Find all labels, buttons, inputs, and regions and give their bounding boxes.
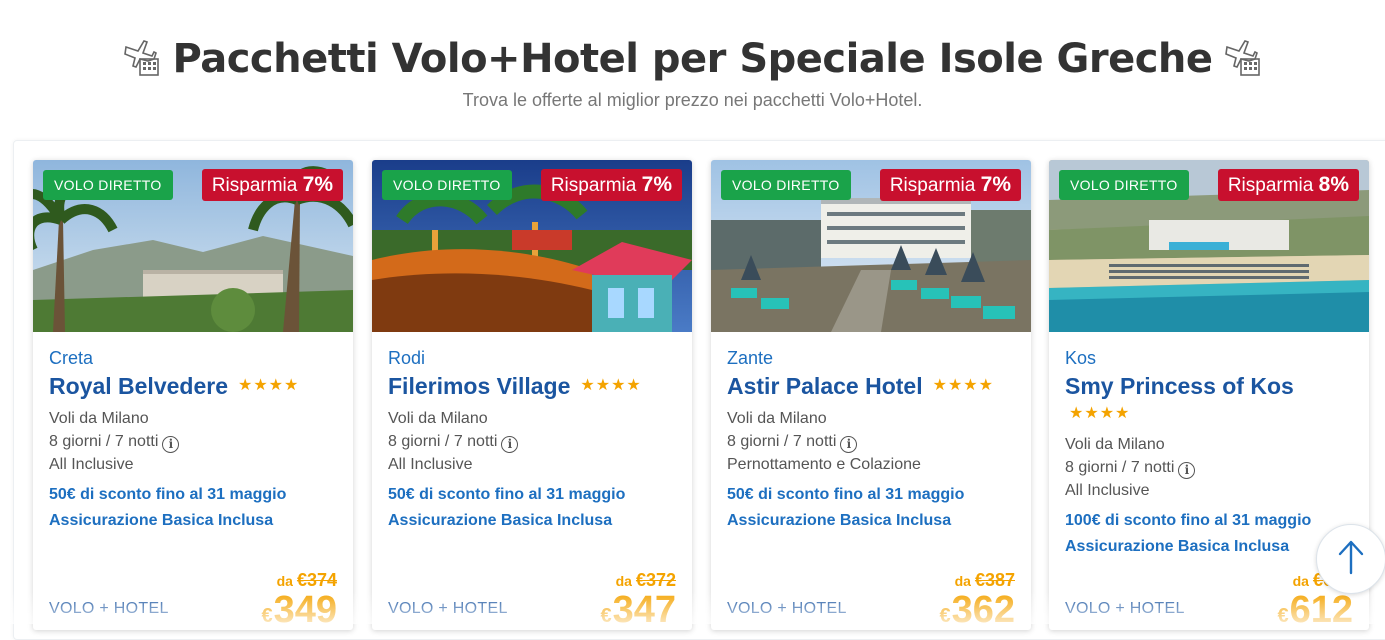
info-icon[interactable]: i <box>501 436 519 454</box>
departure: Voli da Milano <box>49 410 149 428</box>
card-body: Zante Astir Palace Hotel ★★★★ Voli da Mil… <box>727 348 1017 534</box>
price-from: da <box>1292 573 1309 589</box>
discount-percent: 7% <box>302 173 333 196</box>
destination[interactable]: Creta <box>49 348 339 369</box>
discount-badge: Risparmia 7% <box>540 169 682 201</box>
hotel-photo[interactable]: VOLO DIRETTO Risparmia 7% <box>33 160 353 332</box>
hotel-title-row: Astir Palace Hotel ★★★★ <box>727 371 1017 401</box>
duration: 8 giorni / 7 notti i <box>49 430 339 454</box>
direct-flight-badge: VOLO DIRETTO <box>382 170 512 200</box>
package-type: VOLO + HOTEL <box>727 600 847 617</box>
direct-flight-badge: VOLO DIRETTO <box>1059 170 1189 200</box>
hotel-name[interactable]: Royal Belvedere <box>49 373 228 399</box>
duration-text: 8 giorni / 7 notti <box>388 433 498 451</box>
title-row: Pacchetti Volo+Hotel per Speciale Isole … <box>0 36 1385 82</box>
plane-hotel-icon <box>1223 37 1263 82</box>
package-type: VOLO + HOTEL <box>388 600 508 617</box>
promo-discount: 100€ di sconto fino al 31 maggio <box>1065 512 1312 530</box>
hotel-photo[interactable]: VOLO DIRETTO Risparmia 7% <box>711 160 1031 332</box>
card-body: Rodi Filerimos Village ★★★★ Voli da Milan… <box>388 348 678 534</box>
board-type: All Inclusive <box>388 456 473 474</box>
hotel-title-row: Smy Princess of Kos ★★★★ <box>1065 371 1355 427</box>
promo-discount: 50€ di sconto fino al 31 maggio <box>388 486 626 504</box>
card-body: Kos Smy Princess of Kos ★★★★ Voli da Mila… <box>1065 348 1355 560</box>
discount-percent: 8% <box>1318 173 1349 196</box>
promo-insurance: Assicurazione Basica Inclusa <box>1065 538 1290 556</box>
discount-percent: 7% <box>980 173 1011 196</box>
departure: Voli da Milano <box>388 410 488 428</box>
promo-insurance: Assicurazione Basica Inclusa <box>727 512 952 530</box>
package-type: VOLO + HOTEL <box>1065 600 1185 617</box>
old-price-value: €387 <box>974 570 1015 590</box>
duration-text: 8 giorni / 7 notti <box>727 433 837 451</box>
hotel-photo[interactable]: VOLO DIRETTO Risparmia 8% <box>1049 160 1369 332</box>
arrow-up-icon <box>1336 539 1366 580</box>
discount-badge: Risparmia 7% <box>879 169 1021 201</box>
star-rating: ★★★★ <box>1069 405 1131 423</box>
page-header: Pacchetti Volo+Hotel per Speciale Isole … <box>0 0 1385 130</box>
page-subtitle: Trova le offerte al miglior prezzo nei p… <box>462 90 923 110</box>
star-rating: ★★★★ <box>932 377 994 394</box>
package-type: VOLO + HOTEL <box>49 600 169 617</box>
info-icon[interactable]: i <box>162 436 180 454</box>
old-price-value: €372 <box>635 570 676 590</box>
offer-card[interactable]: VOLO DIRETTO Risparmia 7% Zante Astir Pa… <box>711 160 1031 630</box>
departure: Voli da Milano <box>1065 436 1165 454</box>
star-rating: ★★★★ <box>237 377 300 394</box>
promo-insurance: Assicurazione Basica Inclusa <box>388 512 613 530</box>
discount-badge: Risparmia 7% <box>201 169 343 201</box>
page-title: Pacchetti Volo+Hotel per Speciale Isole … <box>172 36 1213 82</box>
duration-text: 8 giorni / 7 notti <box>49 433 159 451</box>
price-from: da <box>276 573 293 589</box>
discount-badge: Risparmia 8% <box>1217 169 1359 201</box>
promo-discount: 50€ di sconto fino al 31 maggio <box>727 486 965 504</box>
price-from: da <box>615 573 632 589</box>
destination[interactable]: Rodi <box>388 348 678 369</box>
departure: Voli da Milano <box>727 410 827 428</box>
discount-percent: 7% <box>641 173 672 196</box>
hotel-title-row: Filerimos Village ★★★★ <box>388 371 678 401</box>
promo-discount: 50€ di sconto fino al 31 maggio <box>49 486 287 504</box>
offer-card[interactable]: VOLO DIRETTO Risparmia 7% Creta Royal Be… <box>33 160 353 630</box>
hotel-title-row: Royal Belvedere ★★★★ <box>49 371 339 401</box>
price-from: da <box>954 573 971 589</box>
board-type: Pernottamento e Colazione <box>727 456 921 474</box>
direct-flight-badge: VOLO DIRETTO <box>43 170 173 200</box>
discount-label: Risparmia <box>550 175 637 196</box>
duration: 8 giorni / 7 notti i <box>1065 456 1355 480</box>
hotel-name[interactable]: Astir Palace Hotel <box>727 373 923 399</box>
discount-label: Risparmia <box>1227 175 1314 196</box>
destination[interactable]: Kos <box>1065 348 1355 369</box>
scroll-to-top-button[interactable] <box>1316 524 1385 594</box>
old-price-value: €374 <box>296 570 337 590</box>
info-icon[interactable]: i <box>1178 462 1196 480</box>
board-type: All Inclusive <box>1065 482 1150 500</box>
star-rating: ★★★★ <box>580 377 642 394</box>
info-icon[interactable]: i <box>840 436 858 454</box>
promo-insurance: Assicurazione Basica Inclusa <box>49 512 274 530</box>
direct-flight-badge: VOLO DIRETTO <box>721 170 851 200</box>
card-body: Creta Royal Belvedere ★★★★ Voli da Milano… <box>49 348 339 534</box>
hotel-photo[interactable]: VOLO DIRETTO Risparmia 7% <box>372 160 692 332</box>
discount-label: Risparmia <box>211 175 298 196</box>
hotel-name[interactable]: Filerimos Village <box>388 373 570 399</box>
discount-label: Risparmia <box>889 175 976 196</box>
duration-text: 8 giorni / 7 notti <box>1065 459 1175 477</box>
hotel-name[interactable]: Smy Princess of Kos <box>1065 373 1294 399</box>
duration: 8 giorni / 7 notti i <box>727 430 1017 454</box>
board-type: All Inclusive <box>49 456 134 474</box>
destination[interactable]: Zante <box>727 348 1017 369</box>
offer-card[interactable]: VOLO DIRETTO Risparmia 7% Rodi Filerimos… <box>372 160 692 630</box>
duration: 8 giorni / 7 notti i <box>388 430 678 454</box>
plane-hotel-icon <box>122 37 162 82</box>
